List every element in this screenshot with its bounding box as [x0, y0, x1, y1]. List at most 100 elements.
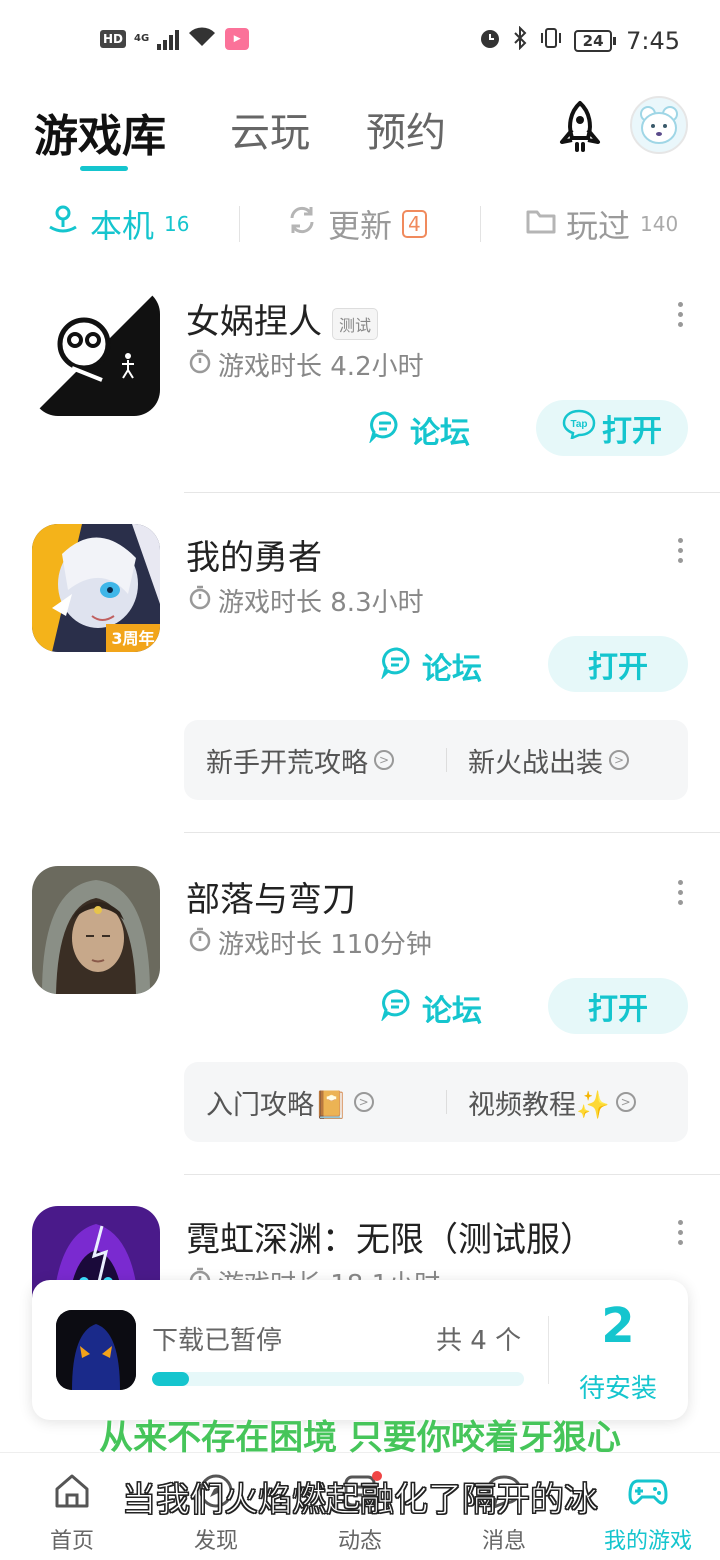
divider: [184, 832, 720, 833]
folder-icon: [526, 205, 556, 243]
chevron-right-icon: >: [609, 750, 629, 770]
forum-icon: [380, 645, 414, 687]
bilibili-icon: ▶: [225, 28, 250, 50]
game-title[interactable]: 部落与弯刀: [186, 872, 356, 921]
guide-label: 新手开荒攻略: [206, 747, 368, 779]
game-icon-nvwa[interactable]: [32, 288, 160, 416]
game-title-text: 女娲捏人: [186, 302, 322, 342]
avatar[interactable]: [630, 96, 688, 154]
download-total: 共 4 个: [436, 1326, 522, 1356]
battery-icon: 24: [574, 30, 617, 52]
guide-link[interactable]: 新火战出装 >: [468, 720, 629, 800]
rocket-icon[interactable]: [556, 100, 604, 152]
tab-local[interactable]: 本机 16: [46, 196, 189, 252]
open-button[interactable]: Tap 打开: [536, 400, 688, 456]
tap-icon: Tap: [562, 409, 596, 447]
more-options-icon[interactable]: [676, 302, 684, 327]
open-button[interactable]: 打开: [548, 636, 688, 692]
tab-updates[interactable]: 更新 4: [286, 196, 427, 252]
joystick-icon: [46, 203, 80, 245]
download-status: 下载已暂停: [152, 1326, 283, 1356]
forum-button[interactable]: 论坛: [380, 986, 482, 1030]
library-filter-tabs: 本机 16 更新 4 玩过 140: [0, 196, 720, 252]
top-header: 游戏库 云玩 预约: [0, 84, 720, 184]
playtime: 游戏时长 110分钟: [188, 924, 432, 961]
refresh-icon: [286, 204, 318, 244]
tab-local-count: 16: [164, 212, 190, 236]
nav-home-label: 首页: [49, 1529, 94, 1554]
chevron-right-icon: >: [353, 1092, 374, 1112]
guide-link[interactable]: 新手开荒攻略 >: [206, 720, 394, 800]
battery-level: 24: [574, 30, 613, 52]
timer-icon: [188, 926, 212, 959]
forum-label: 论坛: [410, 416, 470, 451]
tab-played-count: 140: [640, 212, 679, 236]
tab-game-library[interactable]: 游戏库: [34, 100, 166, 164]
playtime-text: 游戏时长 4.2小时: [218, 352, 424, 382]
tab-played[interactable]: 玩过 140: [526, 196, 678, 252]
game-title[interactable]: 霓虹深渊：无限（测试服）: [186, 1212, 594, 1261]
timer-icon: [188, 348, 212, 381]
lyric-subtitle-line2: 当我们火焰燃起融化了隔开的冰: [122, 1480, 599, 1521]
game-title[interactable]: 我的勇者: [186, 530, 322, 579]
forum-icon: [380, 987, 414, 1029]
tab-local-label: 本机: [90, 207, 155, 245]
update-count-badge: 4: [402, 210, 427, 238]
game-title[interactable]: 女娲捏人 测试: [186, 294, 379, 343]
game-icon-my-hero[interactable]: 3周年: [32, 524, 160, 652]
forum-label: 论坛: [422, 994, 482, 1029]
hd-indicator: HD: [100, 30, 127, 48]
active-tab-indicator: [80, 166, 128, 171]
forum-icon: [368, 409, 402, 451]
guide-links: 入门攻略📔 > 视频教程✨ >: [184, 1062, 688, 1142]
forum-label: 论坛: [422, 652, 482, 687]
nav-messages-label: 消息: [481, 1529, 526, 1554]
signal-icon: [157, 28, 180, 50]
forum-button[interactable]: 论坛: [368, 408, 470, 452]
timer-icon: [188, 584, 212, 617]
nav-my-games-label: 我的游戏: [603, 1529, 692, 1554]
game-icon-tribes-scimitars[interactable]: [32, 866, 160, 994]
guide-label: 视频教程✨: [468, 1089, 610, 1121]
tab-played-label: 玩过: [566, 207, 631, 245]
clock: 7:45: [626, 27, 680, 55]
more-options-icon[interactable]: [676, 1220, 684, 1245]
open-button[interactable]: 打开: [548, 978, 688, 1034]
pending-install-label[interactable]: 待安装: [568, 1368, 668, 1405]
status-bar: HD 4G ▶ 24 7:45: [0, 0, 720, 84]
more-options-icon[interactable]: [676, 538, 684, 563]
forum-button[interactable]: 论坛: [380, 644, 482, 688]
alarm-icon: [478, 26, 502, 56]
download-progress-bar: [152, 1372, 524, 1386]
guide-links: 新手开荒攻略 > 新火战出装 >: [184, 720, 688, 800]
svg-text:Tap: Tap: [570, 419, 587, 430]
divider: [184, 492, 720, 493]
test-tag: 测试: [332, 307, 379, 340]
tab-updates-label: 更新: [328, 207, 393, 245]
vibrate-icon: [538, 26, 564, 56]
download-game-icon: [56, 1310, 136, 1390]
nav-feed-label: 动态: [337, 1529, 382, 1554]
playtime: 游戏时长 8.3小时: [188, 582, 424, 619]
playtime: 游戏时长 4.2小时: [188, 346, 424, 383]
tab-reservation[interactable]: 预约: [366, 100, 446, 158]
chevron-right-icon: >: [374, 750, 394, 770]
divider: [184, 1174, 720, 1175]
lyric-subtitle-line1: 从来不存在困境 只要你咬着牙狠心: [99, 1418, 621, 1458]
pending-install-count[interactable]: 2: [568, 1298, 668, 1354]
guide-label: 入门攻略📔: [206, 1089, 348, 1121]
tab-cloud-play[interactable]: 云玩: [230, 100, 310, 158]
download-progress-fill: [152, 1372, 190, 1386]
more-options-icon[interactable]: [676, 880, 684, 905]
playtime-text: 游戏时长 8.3小时: [218, 588, 424, 618]
guide-label: 新火战出装: [468, 747, 603, 779]
bluetooth-icon: [512, 25, 528, 56]
download-status-card[interactable]: 下载已暂停 共 4 个 2 待安装: [32, 1280, 688, 1420]
guide-link[interactable]: 视频教程✨ >: [468, 1062, 636, 1142]
guide-link[interactable]: 入门攻略📔 >: [206, 1062, 374, 1142]
wifi-icon: [187, 26, 217, 52]
icon-badge-text: 3周年: [111, 629, 154, 648]
chevron-right-icon: >: [615, 1092, 636, 1112]
open-label: 打开: [602, 414, 662, 449]
nav-discover-label: 发现: [193, 1529, 238, 1554]
